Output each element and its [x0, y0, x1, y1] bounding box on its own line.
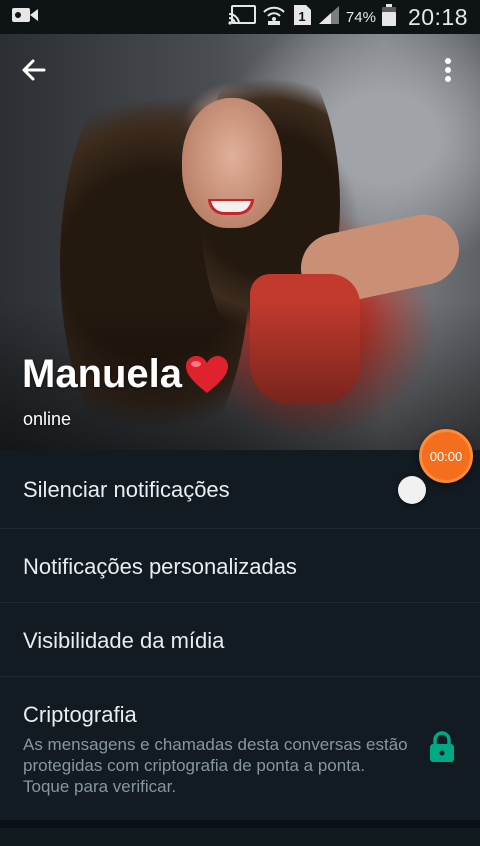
profile-photo[interactable]: Manuela online — [0, 34, 480, 450]
sim-icon: 1 — [292, 4, 312, 31]
contact-settings-list: Silenciar notificações Notificações pers… — [0, 450, 480, 820]
contact-status: online — [23, 409, 72, 429]
encryption-description: As mensagens e chamadas desta conversas … — [23, 735, 408, 796]
media-visibility-row[interactable]: Visibilidade da mídia — [0, 603, 480, 676]
more-options-button[interactable] — [436, 54, 460, 86]
media-visibility-label: Visibilidade da mídia — [23, 628, 225, 653]
wifi-calling-icon — [262, 4, 286, 31]
video-camera-icon — [12, 6, 38, 29]
encryption-label: Criptografia — [23, 702, 137, 727]
signal-icon — [318, 5, 340, 30]
red-heart-icon — [184, 355, 230, 395]
back-button[interactable] — [18, 54, 50, 86]
status-time: 20:18 — [407, 3, 468, 30]
lock-icon — [428, 731, 456, 763]
mute-notifications-label: Silenciar notificações — [23, 477, 230, 502]
profile-toolbar — [0, 34, 480, 104]
cast-icon — [228, 4, 256, 30]
back-arrow-icon — [22, 59, 46, 81]
bottom-strip — [0, 820, 480, 846]
sim-number: 1 — [298, 9, 305, 24]
mute-notifications-row[interactable]: Silenciar notificações — [0, 450, 480, 528]
mute-toggle[interactable] — [398, 476, 426, 504]
battery-percent: 74% — [345, 8, 376, 26]
custom-notifications-label: Notificações personalizadas — [23, 554, 297, 579]
battery-icon — [381, 3, 396, 31]
more-vertical-icon — [445, 58, 451, 82]
contact-name: Manuela — [22, 352, 230, 397]
status-bar: 1 74% 20:18 — [0, 0, 480, 34]
contact-name-text: Manuela — [22, 352, 183, 396]
call-timer-badge[interactable]: 00:00 — [419, 429, 473, 483]
bottom-card-edge — [0, 828, 480, 846]
custom-notifications-row[interactable]: Notificações personalizadas — [0, 529, 480, 602]
